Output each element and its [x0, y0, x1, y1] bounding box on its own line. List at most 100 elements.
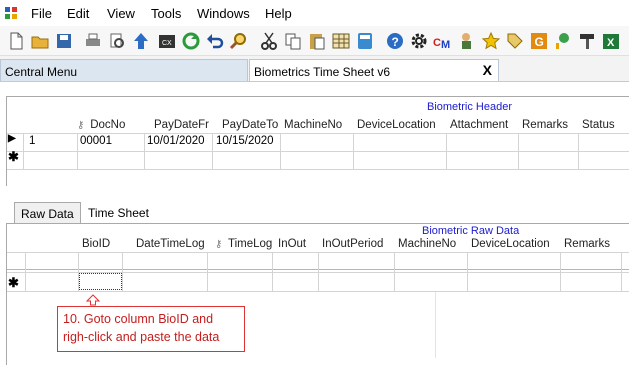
new-row-indicator: ✱ [8, 149, 19, 164]
grid-line [318, 252, 319, 291]
grid-line [7, 169, 629, 170]
document-tabstrip: Central Menu Biometrics Time Sheet v6 X [0, 56, 629, 82]
search-tool-icon[interactable] [229, 31, 249, 51]
callout-line-1: 10. Goto column BioID and [63, 312, 214, 326]
grid-line [23, 133, 24, 169]
panel-splitter[interactable] [0, 186, 629, 196]
column-header-machineno[interactable]: MachineNo [284, 119, 342, 131]
key-icon: ⚷ [215, 239, 223, 250]
star-icon[interactable] [481, 31, 501, 51]
new-row-indicator: ✱ [8, 275, 19, 290]
column-header-docno[interactable]: ⚷ DocNo [77, 119, 125, 131]
tab-central-menu-label: Central Menu [5, 65, 78, 79]
paste-icon[interactable] [307, 31, 327, 51]
excel-icon[interactable]: X [601, 31, 621, 51]
column-header-attachment[interactable]: Attachment [450, 119, 508, 131]
column-header-paydatefr[interactable]: PayDateFr [154, 119, 209, 131]
tab-biometrics-time-sheet[interactable]: Biometrics Time Sheet v6 X [249, 59, 499, 81]
grid-line [435, 292, 436, 358]
grid-line [394, 252, 395, 291]
tab-time-sheet[interactable]: Time Sheet [82, 202, 155, 223]
grid-line [578, 133, 579, 169]
new-document-icon[interactable] [6, 31, 26, 51]
instruction-callout: 10. Goto column BioID and righ-click and… [57, 306, 245, 352]
column-header-paydateto[interactable]: PayDateTo [222, 119, 278, 131]
tab-raw-data[interactable]: Raw Data [14, 202, 81, 223]
menu-edit[interactable]: Edit [67, 6, 89, 21]
column-header-status[interactable]: Status [582, 119, 615, 131]
menu-windows[interactable]: Windows [197, 6, 250, 21]
grid-line [207, 252, 208, 291]
grid-line [272, 252, 273, 291]
key-icon: ⚷ [77, 120, 85, 131]
cell-paydateto[interactable]: 10/15/2020 [216, 135, 274, 147]
grid-line [7, 133, 629, 134]
column-header-devicelocation[interactable]: DeviceLocation [471, 238, 550, 250]
tab-biometrics-label: Biometrics Time Sheet v6 [254, 65, 391, 79]
grid-line [144, 133, 145, 169]
svg-text:X: X [607, 37, 615, 49]
console-icon[interactable]: CX [157, 31, 177, 51]
arrow-up-icon [86, 294, 100, 306]
menu-bar: File Edit View Tools Windows Help [0, 0, 629, 26]
help-icon[interactable]: ? [385, 31, 405, 51]
chart-icon[interactable] [553, 31, 573, 51]
cell-docno[interactable]: 00001 [80, 135, 112, 147]
grid-line [446, 133, 447, 169]
settings-icon[interactable] [409, 31, 429, 51]
grid-line [518, 133, 519, 169]
grid-line [560, 252, 561, 291]
save-icon[interactable] [54, 31, 74, 51]
refresh-icon[interactable] [181, 31, 201, 51]
brush-icon[interactable] [577, 31, 597, 51]
grid-line [7, 151, 629, 152]
tag-icon[interactable] [505, 31, 525, 51]
column-header-timelog[interactable]: ⚷ TimeLog [215, 238, 272, 250]
detail-tabstrip: Raw Data Time Sheet [6, 198, 629, 224]
grid-caption: Biometric Header [427, 101, 512, 113]
grid-line [621, 252, 622, 291]
menu-file[interactable]: File [31, 6, 52, 21]
grid-line [212, 133, 213, 169]
column-header-inout[interactable]: InOut [278, 238, 306, 250]
column-header-remarks[interactable]: Remarks [564, 238, 610, 250]
menu-help[interactable]: Help [265, 6, 292, 21]
column-header-inoutperiod[interactable]: InOutPeriod [322, 238, 383, 250]
grid-icon[interactable] [331, 31, 351, 51]
menu-tools[interactable]: Tools [151, 6, 181, 21]
cut-icon[interactable] [259, 31, 279, 51]
tab-central-menu[interactable]: Central Menu [0, 59, 248, 81]
open-folder-icon[interactable] [30, 31, 50, 51]
print-icon[interactable] [83, 31, 103, 51]
menu-view[interactable]: View [107, 6, 135, 21]
column-header-remarks[interactable]: Remarks [522, 119, 568, 131]
close-icon[interactable]: X [483, 62, 492, 78]
cm-icon[interactable]: CM [433, 31, 453, 51]
app-icon [5, 7, 17, 19]
grid-line [353, 133, 354, 169]
svg-text:?: ? [392, 35, 399, 49]
callout-line-2: righ-click and paste the data [63, 330, 220, 344]
print-preview-icon[interactable] [107, 31, 127, 51]
grid-line [122, 252, 123, 291]
svg-text:M: M [441, 39, 450, 51]
current-row-indicator: ▶ [8, 133, 16, 144]
cell-bioid-focused[interactable] [79, 273, 122, 290]
cell-row-number[interactable]: 1 [29, 135, 35, 147]
calculator-icon[interactable] [355, 31, 375, 51]
cell-paydatefr[interactable]: 10/01/2020 [147, 135, 205, 147]
upload-icon[interactable] [131, 31, 151, 51]
column-header-machineno[interactable]: MachineNo [398, 238, 456, 250]
g-icon[interactable]: G [529, 31, 549, 51]
copy-icon[interactable] [283, 31, 303, 51]
column-header-datetimelog[interactable]: DateTimeLog [136, 238, 205, 250]
column-header-bioid[interactable]: BioID [82, 238, 110, 250]
biometric-header-grid: Biometric Header ⚷ DocNo PayDateFr PayDa… [6, 96, 629, 186]
user-icon[interactable] [457, 31, 477, 51]
grid-line [77, 133, 78, 169]
column-header-devicelocation[interactable]: DeviceLocation [357, 119, 436, 131]
grid-caption: Biometric Raw Data [422, 225, 520, 237]
undo-icon[interactable] [205, 31, 225, 51]
toolbar: CX ? CM G X [0, 26, 629, 56]
svg-text:G: G [535, 35, 544, 49]
